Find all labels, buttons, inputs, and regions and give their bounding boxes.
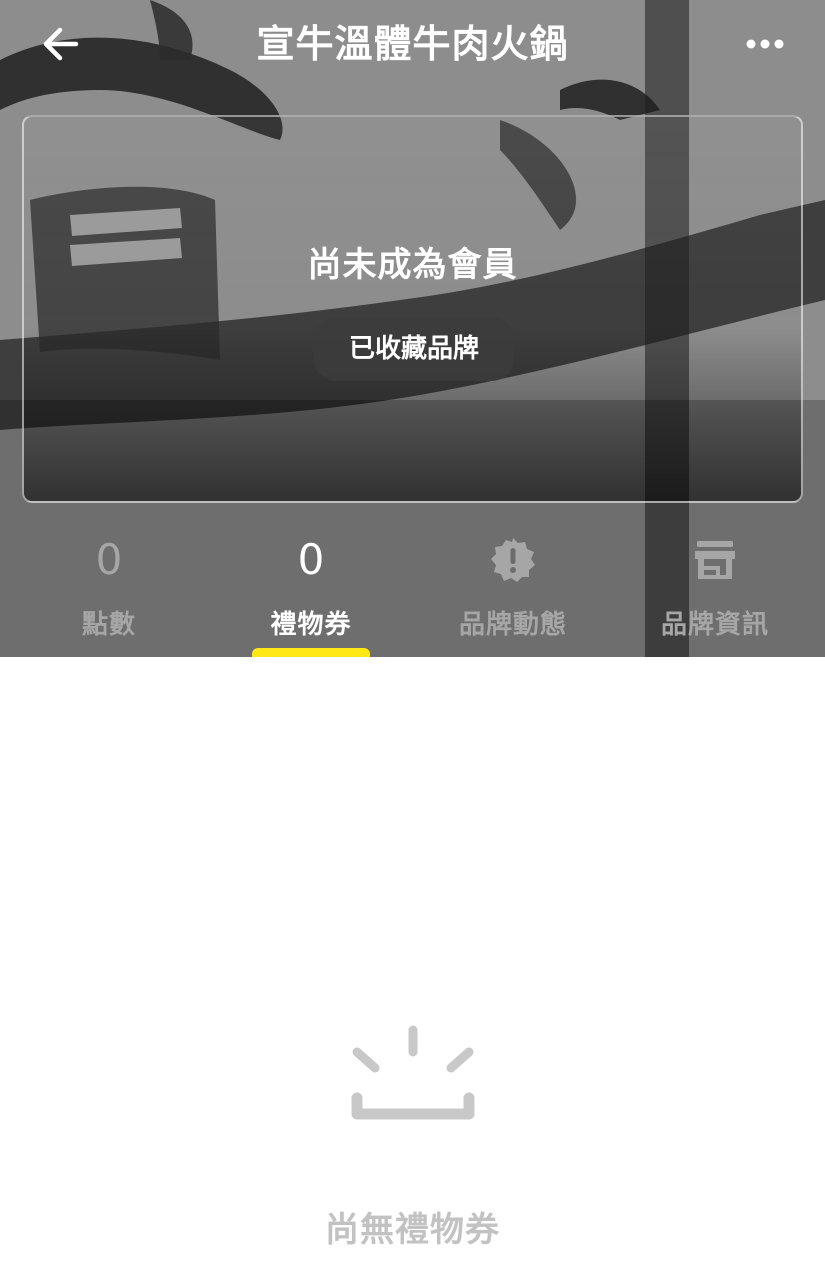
store-icon (695, 541, 735, 579)
more-options-button[interactable] (735, 18, 795, 70)
brand-hero: 宣牛溫體牛肉火鍋 尚未成為會員 已收藏品牌 0 點數 0 禮物券 品牌動態 品牌… (0, 0, 825, 657)
tab-label-points: 點數 (81, 610, 136, 640)
brand-tabs: 0 點數 0 禮物券 品牌動態 品牌資訊 (0, 520, 825, 657)
points-count: 0 (95, 535, 123, 584)
tab-gift-vouchers[interactable]: 0 禮物券 (210, 520, 412, 657)
gift-voucher-list: 尚無禮物券 (0, 657, 825, 1280)
tab-brand-info[interactable]: 品牌資訊 (614, 520, 816, 657)
back-button[interactable] (30, 18, 90, 70)
tab-label-brand-news: 品牌動態 (458, 610, 567, 640)
arrow-left-icon (43, 27, 79, 61)
more-horizontal-icon (746, 39, 784, 49)
tab-points[interactable]: 0 點數 (8, 520, 210, 657)
tab-label-gift-vouchers: 禮物券 (270, 610, 352, 640)
alert-badge-icon (491, 538, 535, 582)
gift-voucher-count: 0 (297, 535, 325, 584)
top-bar: 宣牛溫體牛肉火鍋 (0, 0, 825, 88)
empty-state-message: 尚無禮物券 (325, 1210, 500, 1250)
tab-brand-news[interactable]: 品牌動態 (412, 520, 614, 657)
page-title: 宣牛溫體牛肉火鍋 (256, 22, 569, 66)
membership-card: 尚未成為會員 已收藏品牌 (22, 115, 803, 503)
favorite-brand-button[interactable]: 已收藏品牌 (314, 317, 514, 381)
membership-status: 尚未成為會員 (307, 245, 518, 285)
empty-box-icon (351, 1025, 475, 1120)
tab-label-brand-info: 品牌資訊 (660, 610, 769, 640)
